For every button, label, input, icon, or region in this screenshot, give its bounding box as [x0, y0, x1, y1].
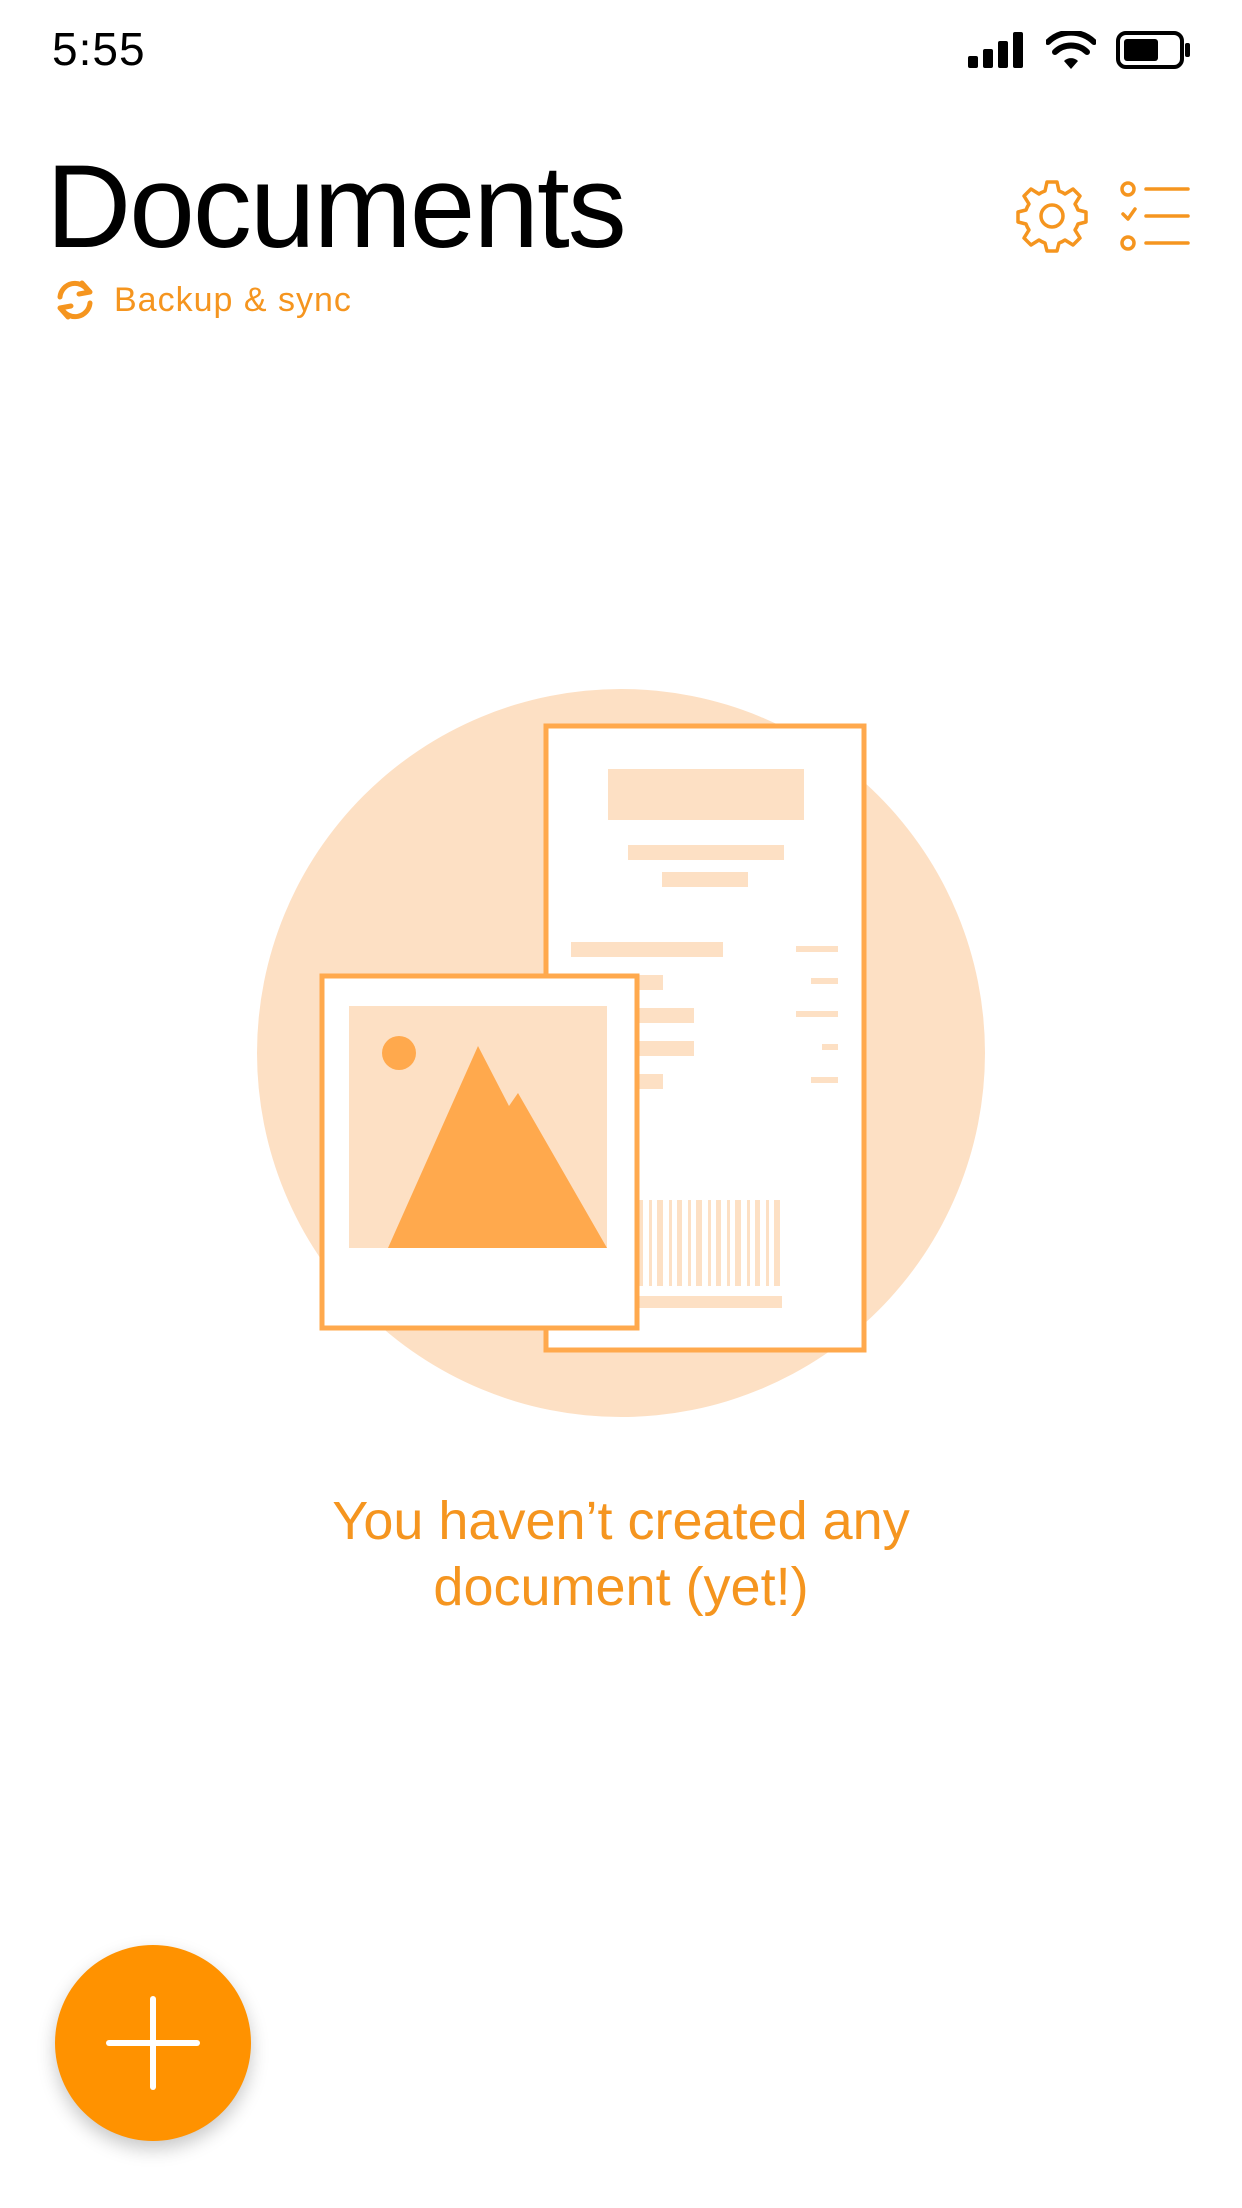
status-icons: [968, 28, 1192, 72]
empty-state-line-2: document (yet!): [433, 1557, 809, 1617]
header-actions: [1014, 178, 1190, 254]
backup-sync-button[interactable]: Backup & sync: [52, 276, 352, 324]
page-title: Documents: [46, 141, 627, 273]
battery-icon: [1116, 31, 1190, 69]
plus-icon: [106, 1996, 200, 2090]
backup-sync-label: Backup & sync: [114, 280, 352, 319]
empty-state-illustration: [257, 689, 985, 1417]
empty-state-line-1: You haven’t created any: [332, 1491, 910, 1551]
wifi-icon: [1046, 31, 1096, 69]
add-document-button[interactable]: [55, 1945, 251, 2141]
checklist-icon[interactable]: [1120, 181, 1190, 251]
photo-image-icon: [319, 973, 640, 1331]
sync-icon: [57, 280, 93, 320]
status-bar: 5:55: [0, 0, 1242, 100]
settings-gear-icon[interactable]: [1014, 178, 1090, 254]
status-time: 5:55: [52, 23, 146, 75]
cellular-signal-icon: [968, 32, 1023, 68]
empty-state-message: You haven’t created any document (yet!): [0, 1488, 1242, 1620]
